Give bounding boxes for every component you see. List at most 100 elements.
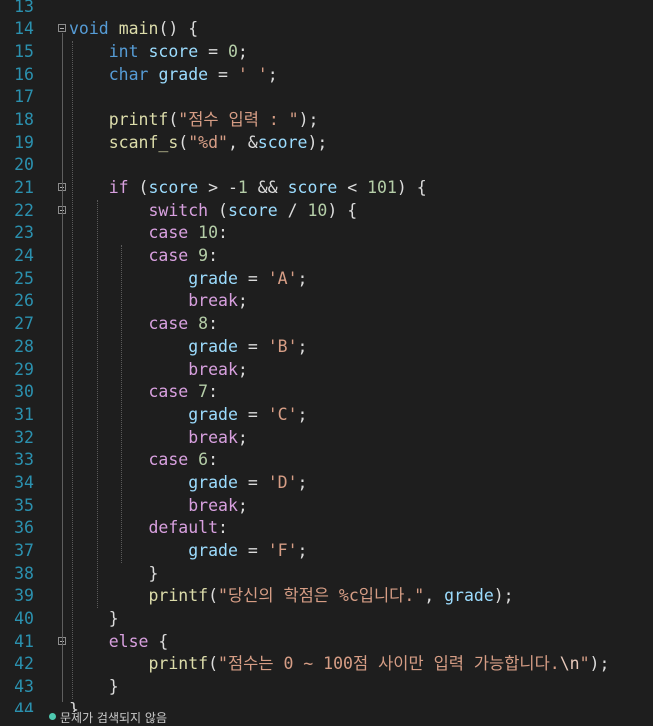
code-token: 10 bbox=[307, 200, 328, 220]
line-number: 26 bbox=[14, 291, 34, 311]
code-token: ) { bbox=[396, 178, 427, 197]
line-number: 15 bbox=[14, 41, 34, 61]
code-token: 'F' bbox=[267, 541, 298, 560]
code-token: case bbox=[148, 223, 189, 243]
code-token: score bbox=[227, 200, 278, 220]
code-line[interactable]: 15 int score = 0; bbox=[0, 41, 653, 64]
code-token: ( bbox=[208, 200, 228, 220]
code-line[interactable]: 17 bbox=[0, 86, 653, 109]
code-text: printf("점수 입력 : "); bbox=[69, 109, 319, 132]
code-token: score bbox=[148, 178, 199, 197]
code-token: : bbox=[208, 314, 219, 334]
line-number: 34 bbox=[14, 472, 34, 492]
code-token: grade bbox=[444, 586, 494, 606]
line-number: 23 bbox=[14, 223, 34, 243]
code-line[interactable]: 13 bbox=[0, 0, 653, 18]
code-token: 'A' bbox=[267, 268, 298, 288]
status-text[interactable]: 문제가 검색되지 않음 bbox=[60, 709, 167, 726]
code-token: < bbox=[337, 178, 368, 197]
code-token: ; bbox=[237, 359, 248, 379]
code-text: case 8: bbox=[69, 313, 218, 336]
line-number: 31 bbox=[14, 404, 34, 424]
code-token: 'B' bbox=[267, 336, 298, 356]
code-token: = bbox=[208, 64, 238, 84]
code-line[interactable]: 43 } bbox=[0, 676, 653, 699]
code-line[interactable]: 40 } bbox=[0, 608, 653, 631]
collapse-icon[interactable] bbox=[58, 24, 66, 33]
line-number: 29 bbox=[14, 359, 34, 379]
code-token: break bbox=[188, 495, 238, 515]
code-token: ) { bbox=[327, 200, 358, 220]
code-line[interactable]: 41 else { bbox=[0, 631, 653, 654]
line-number: 42 bbox=[14, 654, 34, 674]
code-token: && bbox=[247, 178, 288, 197]
code-token: } bbox=[69, 563, 159, 583]
code-line[interactable]: 20 bbox=[0, 154, 653, 177]
code-token: case bbox=[148, 246, 189, 266]
code-text: scanf_s("%d", &score); bbox=[69, 132, 328, 155]
code-token: ); bbox=[493, 586, 514, 606]
line-number: 22 bbox=[14, 200, 34, 220]
code-line[interactable]: 14 void main() { bbox=[0, 18, 653, 41]
code-token: void bbox=[69, 19, 109, 39]
code-token: ' ' bbox=[237, 64, 268, 84]
code-text: break; bbox=[69, 427, 248, 450]
code-token: grade bbox=[188, 268, 238, 288]
code-token: ( bbox=[208, 654, 219, 674]
indent-guide bbox=[97, 199, 98, 609]
code-text: break; bbox=[69, 290, 248, 313]
line-number: 14 bbox=[14, 19, 34, 39]
line-number: 37 bbox=[14, 541, 34, 560]
code-line[interactable]: 16 char grade = ' '; bbox=[0, 64, 653, 87]
indent-guide bbox=[72, 40, 73, 700]
line-number: 20 bbox=[14, 155, 34, 175]
code-token: ; bbox=[297, 268, 308, 288]
code-token: ; bbox=[237, 291, 248, 311]
code-line[interactable]: 18 printf("점수 입력 : "); bbox=[0, 109, 653, 132]
line-number: 38 bbox=[14, 563, 34, 583]
code-text: if (score > -1 && score < 101) { bbox=[69, 177, 427, 200]
code-token: 1 bbox=[237, 178, 248, 197]
code-text: grade = 'B'; bbox=[69, 336, 307, 359]
code-text: char grade = ' '; bbox=[69, 64, 278, 87]
code-token: grade bbox=[188, 472, 238, 492]
code-line[interactable]: 42 printf("점수는 0 ~ 100점 사이만 입력 가능합니다.\n"… bbox=[0, 653, 653, 676]
code-text: } bbox=[69, 676, 119, 699]
code-token: main bbox=[118, 19, 159, 39]
code-text: } bbox=[69, 608, 119, 631]
code-token: ); bbox=[589, 654, 610, 674]
line-number: 16 bbox=[14, 64, 34, 84]
code-token: default bbox=[148, 518, 219, 538]
code-token: char bbox=[108, 64, 149, 84]
line-number: 33 bbox=[14, 450, 34, 470]
code-token: 9 bbox=[198, 246, 209, 266]
code-token: : bbox=[208, 246, 219, 266]
code-token: : bbox=[218, 223, 228, 243]
line-number: 18 bbox=[14, 109, 34, 129]
code-text: default: bbox=[69, 517, 227, 540]
code-text: void main() { bbox=[69, 18, 198, 41]
code-token: ); bbox=[298, 109, 319, 129]
code-token: printf bbox=[108, 109, 169, 129]
code-token: ; bbox=[237, 427, 248, 447]
line-number: 17 bbox=[14, 87, 34, 107]
code-line[interactable]: 21 if (score > -1 && score < 101) { bbox=[0, 177, 653, 200]
code-token: break bbox=[188, 427, 238, 447]
indent-guide bbox=[121, 245, 122, 563]
code-token: ( bbox=[128, 178, 149, 197]
code-token: ; bbox=[237, 495, 248, 515]
check-status-icon bbox=[49, 713, 56, 720]
code-line[interactable]: 19 scanf_s("%d", &score); bbox=[0, 132, 653, 155]
